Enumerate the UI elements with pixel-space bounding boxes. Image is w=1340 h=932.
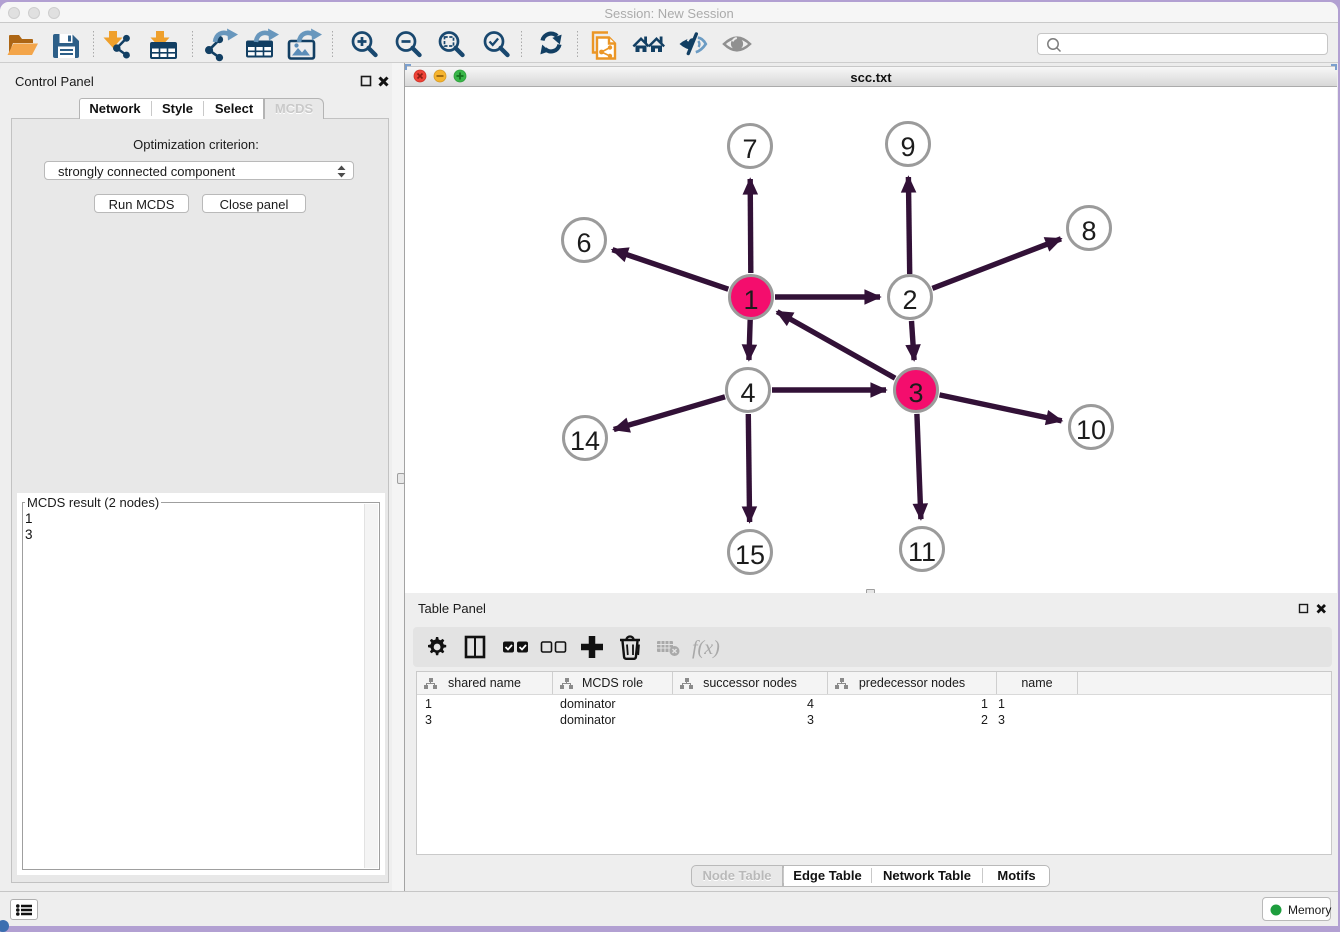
svg-text:1: 1 xyxy=(743,285,758,315)
svg-text:3: 3 xyxy=(908,378,923,408)
svg-text:f(x): f(x) xyxy=(692,637,720,659)
svg-text:10: 10 xyxy=(1076,415,1106,445)
svg-text:4: 4 xyxy=(740,378,755,408)
svg-text:6: 6 xyxy=(576,228,591,258)
svg-text:2: 2 xyxy=(902,285,917,315)
svg-text:11: 11 xyxy=(908,537,936,567)
svg-text:8: 8 xyxy=(1081,216,1096,246)
svg-text:15: 15 xyxy=(735,540,765,570)
svg-text:14: 14 xyxy=(570,426,600,456)
svg-text:7: 7 xyxy=(742,134,757,164)
svg-text:9: 9 xyxy=(900,132,915,162)
